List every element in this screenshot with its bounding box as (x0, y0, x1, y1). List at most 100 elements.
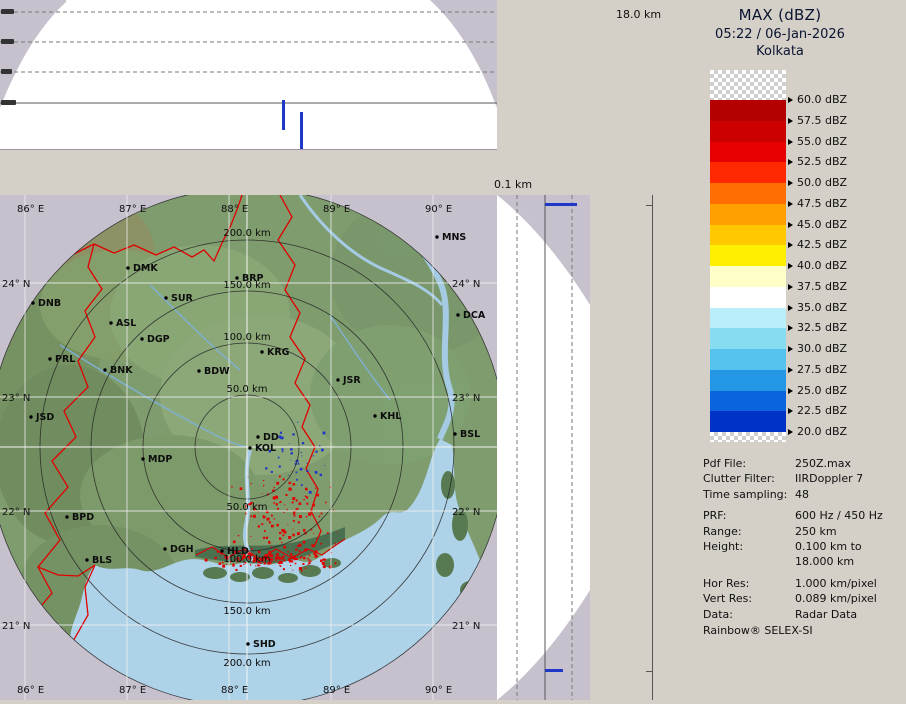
legend-threshold-label: 30.0 dBZ (788, 343, 847, 355)
ring-label: 200.0 km (223, 658, 270, 669)
legend-tick-icon (788, 159, 793, 165)
legend-threshold-label: 22.5 dBZ (788, 405, 847, 417)
ring-label: 150.0 km (223, 606, 270, 617)
colorbar-band (710, 370, 786, 391)
city-marker (29, 415, 32, 418)
info-table: Pdf File:250Z.maxClutter Filter:IIRDoppl… (703, 456, 903, 622)
info-row: 18.000 km (703, 554, 903, 569)
colorbar-band (710, 142, 786, 163)
ring-label: 50.0 km (227, 384, 268, 395)
city-label: BLS (92, 555, 112, 566)
info-row: Time sampling:48 (703, 487, 903, 502)
city-label: JSD (35, 412, 54, 423)
colorbar-band (710, 245, 786, 266)
city-label: KOL (255, 443, 276, 454)
city-label: BDW (204, 366, 230, 377)
city-marker (256, 435, 259, 438)
city-marker (260, 350, 263, 353)
grid-label: 88° E (221, 204, 248, 215)
legend-threshold-label: 55.0 dBZ (788, 136, 847, 148)
legend-tick-icon (788, 346, 793, 352)
colorbar-band (710, 100, 786, 121)
grid-label: 89° E (323, 685, 350, 696)
colorbar (710, 70, 786, 442)
city-label: PRL (55, 354, 75, 365)
city-marker (336, 378, 339, 381)
colorbar-band (710, 204, 786, 225)
legend-tick-icon (788, 201, 793, 207)
grid-label: 89° E (323, 204, 350, 215)
legend-threshold-label: 42.5 dBZ (788, 239, 847, 251)
grid-label: 21° N (452, 621, 480, 632)
height-axis-min-label: 0.1 km (494, 178, 532, 191)
colorbar-band (710, 349, 786, 370)
colorbar-bands (710, 100, 786, 432)
city-marker (141, 457, 144, 460)
city-marker (197, 369, 200, 372)
city-marker (163, 547, 166, 550)
legend-tick-icon (788, 242, 793, 248)
info-row: Pdf File:250Z.max (703, 456, 903, 471)
city-label: JSR (342, 375, 361, 386)
legend-panel: MAX (dBZ) 05:22 / 06-Jan-2026 Kolkata 60… (655, 0, 906, 700)
grid-label: 22° N (2, 507, 30, 518)
grid-label: 86° E (17, 685, 44, 696)
city-marker (456, 313, 459, 316)
city-marker (220, 549, 223, 552)
grid-label: 23° N (452, 393, 480, 404)
city-label: BSL (460, 429, 480, 440)
colorbar-band (710, 266, 786, 287)
axis-tick (646, 205, 652, 206)
info-row: Vert Res:0.089 km/pixel (703, 591, 903, 606)
city-marker (48, 357, 51, 360)
city-marker (373, 414, 376, 417)
city-label: MDP (148, 454, 172, 465)
grid-label: 88° E (221, 685, 248, 696)
legend-threshold-label: 47.5 dBZ (788, 198, 847, 210)
grid-label: 21° N (2, 621, 30, 632)
colorbar-band (710, 391, 786, 412)
colorbar-band (710, 411, 786, 432)
info-row: Hor Res:1.000 km/pixel (703, 576, 903, 591)
legend-tick-icon (788, 180, 793, 186)
grid-label: 87° E (119, 685, 146, 696)
software-name: Rainbow® SELEX-SI (703, 624, 813, 637)
legend-threshold-label: 45.0 dBZ (788, 219, 847, 231)
city-marker (248, 446, 251, 449)
legend-threshold-label: 40.0 dBZ (788, 260, 847, 272)
city-marker (85, 558, 88, 561)
colorbar-band (710, 162, 786, 183)
grid-label: 87° E (119, 204, 146, 215)
info-row: Clutter Filter:IIRDoppler 7 (703, 471, 903, 486)
legend-tick-icon (788, 284, 793, 290)
top-profile-panel (0, 0, 497, 150)
city-marker (109, 321, 112, 324)
grid-label: 22° N (452, 507, 480, 518)
legend-threshold-label: 52.5 dBZ (788, 156, 847, 168)
legend-tick-icon (788, 118, 793, 124)
city-label: KRG (267, 347, 290, 358)
ring-label: 200.0 km (223, 228, 270, 239)
info-row: Data:Radar Data (703, 607, 903, 622)
legend-tick-icon (788, 429, 793, 435)
product-title-block: MAX (dBZ) 05:22 / 06-Jan-2026 Kolkata (635, 6, 906, 59)
city-label: DD (263, 432, 279, 443)
city-label: SUR (171, 293, 194, 304)
legend-tick-icon (788, 325, 793, 331)
city-label: MNS (442, 232, 466, 243)
colorbar-band (710, 328, 786, 349)
side-profile-axis (652, 195, 653, 700)
legend-tick-icon (788, 367, 793, 373)
radar-map: 86° E86° E87° E87° E88° E88° E89° E89° E… (0, 195, 497, 700)
city-label: BRP (242, 273, 264, 284)
city-label: DGP (147, 334, 170, 345)
city-marker (126, 266, 129, 269)
grid-label: 90° E (425, 685, 452, 696)
legend-tick-icon (788, 305, 793, 311)
legend-tick-icon (788, 97, 793, 103)
side-profile-panel (497, 195, 590, 700)
legend-threshold-label: 20.0 dBZ (788, 426, 847, 438)
city-label: KHL (380, 411, 401, 422)
city-label: BNK (110, 365, 133, 376)
info-row: Height:0.100 km to (703, 539, 903, 554)
